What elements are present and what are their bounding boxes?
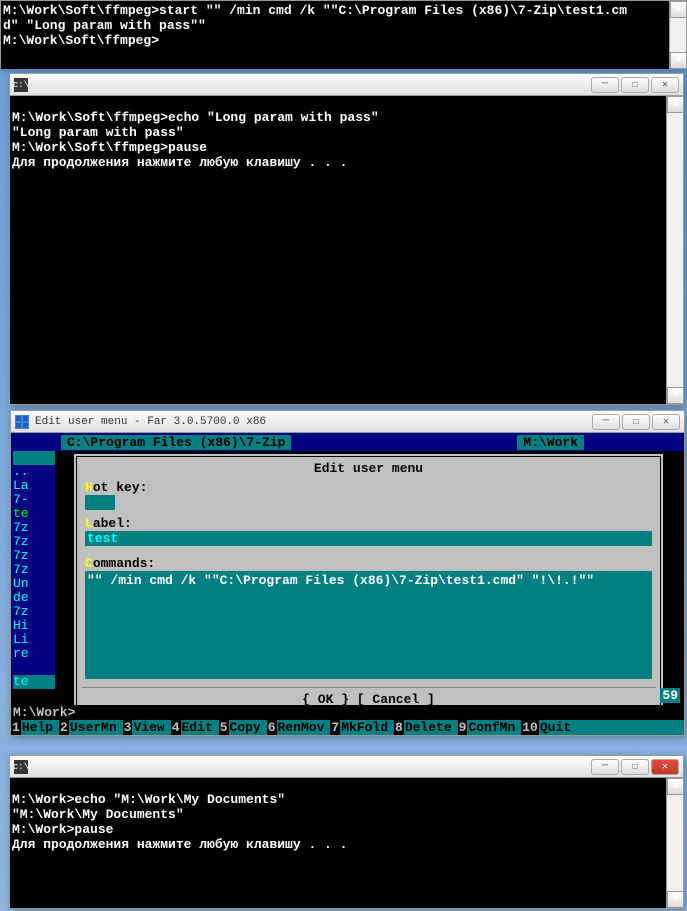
cmd-icon: c:\ (14, 760, 28, 774)
far-right-path: M:\Work (517, 435, 584, 450)
fkey-number: 5 (219, 720, 229, 735)
console-line: "Long param with pass" (12, 125, 681, 140)
maximize-button[interactable]: ☐ (621, 77, 649, 93)
console-line: M:\Work\Soft\ffmpeg>pause (12, 140, 681, 155)
label-label: Label: (81, 516, 656, 531)
close-button[interactable]: ✕ (651, 759, 679, 775)
console-line: Для продолжения нажмите любую клавишу . … (12, 837, 681, 852)
console-4-body: M:\Work>echo "M:\Work\My Documents" "M:\… (10, 778, 683, 908)
titlebar-4: c:\ ─ ☐ ✕ (10, 756, 683, 778)
console-line: M:\Work>echo "M:\Work\My Documents" (12, 792, 681, 807)
console-line: "M:\Work\My Documents" (12, 807, 681, 822)
fkey-number: 1 (11, 720, 21, 735)
console-line: Для продолжения нажмите любую клавишу . … (12, 155, 681, 170)
titlebar-buttons: ─ ☐ ✕ (592, 414, 680, 430)
maximize-button[interactable]: ☐ (621, 759, 649, 775)
scroll-down-icon[interactable]: ▼ (667, 891, 683, 908)
far-content: C:\Program Files (x86)\7-Zip M:\Work x .… (11, 433, 684, 735)
far-icon (15, 415, 29, 429)
fkey-number: 8 (394, 720, 404, 735)
console-line: d" "Long param with pass"" (3, 18, 684, 33)
dialog-title: Edit user menu (81, 461, 656, 476)
fkey-number: 9 (458, 720, 468, 735)
far-command-line[interactable]: M:\Work> (11, 705, 684, 720)
commands-input[interactable]: "" /min cmd /k ""C:\Program Files (x86)\… (85, 571, 652, 679)
fkey-copy[interactable]: Copy (229, 720, 267, 735)
console-line: M:\Work\Soft\ffmpeg>echo "Long param wit… (12, 110, 681, 125)
scroll-down-icon[interactable]: ▼ (670, 52, 686, 69)
fkey-confmn[interactable]: ConfMn (467, 720, 521, 735)
titlebar-buttons: ─ ☐ ✕ (591, 77, 679, 93)
scrollbar[interactable]: ▲ ▼ (666, 778, 683, 908)
fkey-number: 10 (521, 720, 539, 735)
hotkey-input[interactable] (85, 495, 115, 510)
console-line: M:\Work>pause (12, 822, 681, 837)
fkey-mkfold[interactable]: MkFold (340, 720, 394, 735)
scroll-up-icon[interactable]: ▲ (667, 778, 683, 795)
scroll-up-icon[interactable]: ▲ (667, 96, 683, 113)
far-function-keys: 1Help2UserMn3View4Edit5Copy6RenMov7MkFol… (11, 720, 684, 735)
fkey-delete[interactable]: Delete (404, 720, 458, 735)
minimize-button[interactable]: ─ (591, 77, 619, 93)
fkey-edit[interactable]: Edit (181, 720, 219, 735)
commands-label: Commands: (81, 556, 656, 571)
far-window: Edit user menu - Far 3.0.5700.0 x86 ─ ☐ … (10, 410, 685, 736)
console-2-body: M:\Work\Soft\ffmpeg>echo "Long param wit… (10, 96, 683, 404)
far-title: Edit user menu - Far 3.0.5700.0 x86 (35, 416, 592, 428)
fkey-help[interactable]: Help (21, 720, 59, 735)
console-window-1: M:\Work\Soft\ffmpeg>start "" /min cmd /k… (0, 0, 687, 68)
fkey-number: 4 (171, 720, 181, 735)
fkey-number: 6 (267, 720, 277, 735)
close-button[interactable]: ✕ (651, 77, 679, 93)
console-line: M:\Work\Soft\ffmpeg> (3, 33, 684, 48)
fkey-number: 2 (59, 720, 69, 735)
titlebar-2: c:\ ─ ☐ ✕ (10, 74, 683, 96)
fkey-number: 3 (123, 720, 133, 735)
console-1-body: M:\Work\Soft\ffmpeg>start "" /min cmd /k… (1, 1, 686, 69)
far-status-number: 59 (660, 688, 680, 703)
scrollbar[interactable]: ▲ ▼ (669, 1, 686, 69)
fkey-view[interactable]: View (132, 720, 170, 735)
scrollbar[interactable]: ▲ ▼ (666, 96, 683, 404)
close-button[interactable]: ✕ (652, 414, 680, 430)
minimize-button[interactable]: ─ (591, 759, 619, 775)
minimize-button[interactable]: ─ (592, 414, 620, 430)
titlebar-buttons: ─ ☐ ✕ (591, 759, 679, 775)
fkey-number: 7 (330, 720, 340, 735)
titlebar-far: Edit user menu - Far 3.0.5700.0 x86 ─ ☐ … (11, 411, 684, 433)
console-line: M:\Work\Soft\ffmpeg>start "" /min cmd /k… (3, 3, 684, 18)
console-window-4: c:\ ─ ☐ ✕ M:\Work>echo "M:\Work\My Docum… (9, 755, 684, 909)
fkey-quit[interactable]: Quit (539, 720, 577, 735)
fkey-renmov[interactable]: RenMov (277, 720, 331, 735)
maximize-button[interactable]: ☐ (622, 414, 650, 430)
scroll-down-icon[interactable]: ▼ (667, 387, 683, 404)
edit-user-menu-dialog: Edit user menu Hot key: Label: test Comm… (73, 453, 664, 719)
console-window-2: c:\ ─ ☐ ✕ M:\Work\Soft\ffmpeg>echo "Long… (9, 73, 684, 405)
label-input[interactable]: test (85, 531, 652, 546)
hotkey-label: Hot key: (81, 480, 656, 495)
fkey-usermn[interactable]: UserMn (69, 720, 123, 735)
cmd-icon: c:\ (14, 78, 28, 92)
scroll-up-icon[interactable]: ▲ (670, 1, 686, 18)
far-left-path: C:\Program Files (x86)\7-Zip (61, 435, 291, 450)
far-left-column: x ..La7- te 7z7z7z7z Unde7zHiLire te (11, 451, 55, 689)
